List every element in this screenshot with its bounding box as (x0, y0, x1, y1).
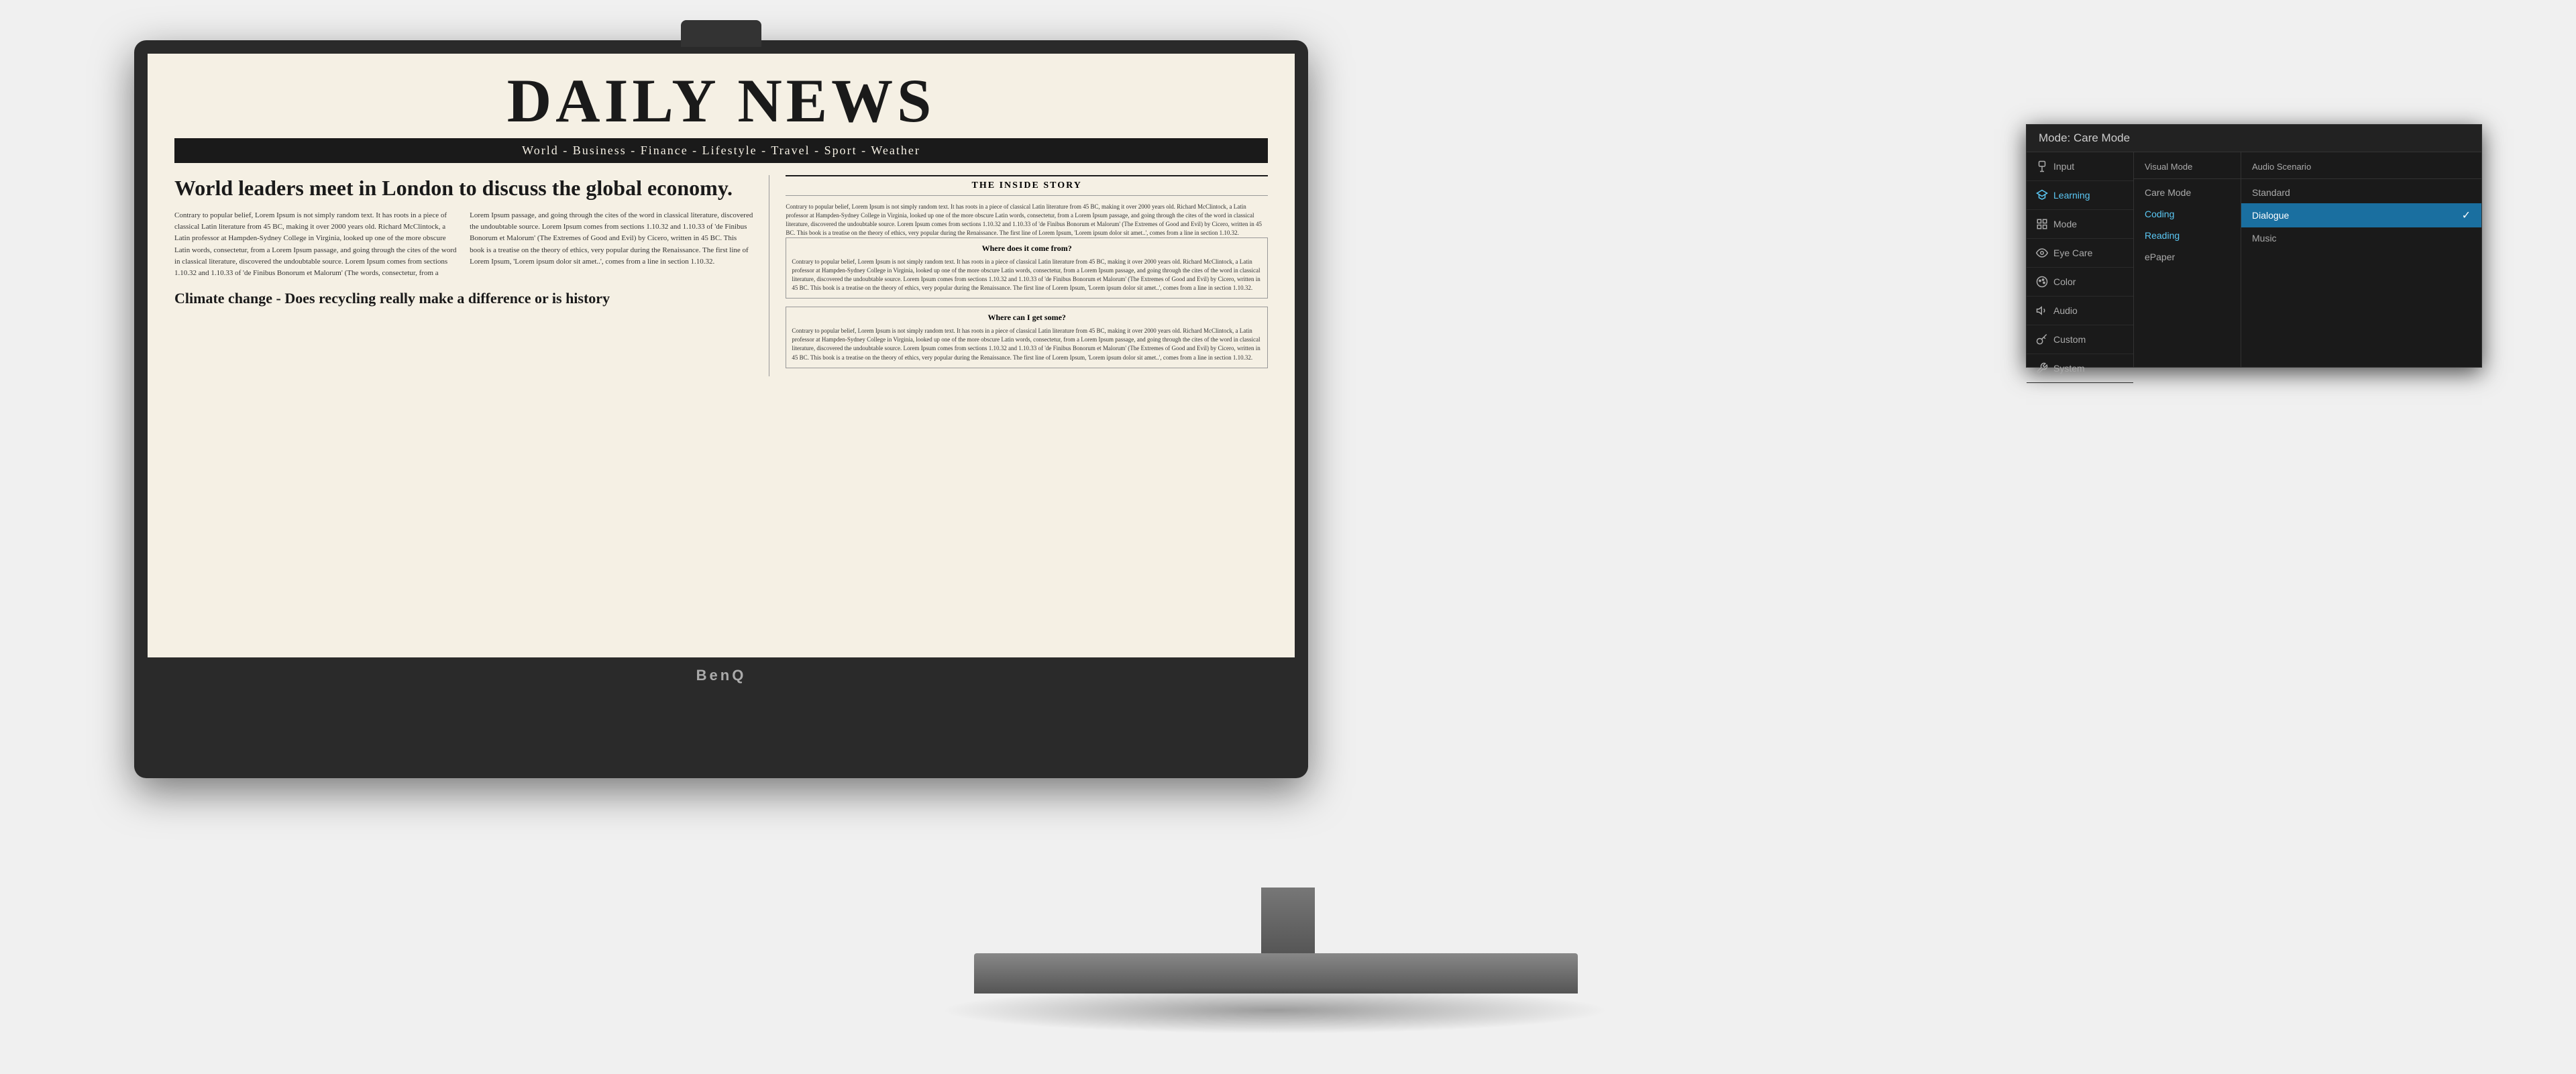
monitor-handle (681, 20, 761, 47)
headline-sub: Climate change - Does recycling really m… (174, 290, 753, 307)
inside-q2: Where can I get some? (792, 313, 1262, 323)
inside-q1: Where does it come from? (792, 244, 1262, 254)
sidebar-item-input[interactable]: Input (2027, 152, 2133, 181)
monitor-brand: BenQ (148, 657, 1295, 688)
grid-icon (2036, 218, 2048, 230)
newspaper-columns: World leaders meet in London to discuss … (174, 175, 1268, 376)
col2-item-dialogue[interactable]: Dialogue ✓ (2241, 203, 2481, 227)
sidebar-label-eye-care: Eye Care (2053, 248, 2092, 258)
col2-item-standard[interactable]: Standard (2241, 182, 2481, 203)
monitor-foot-shadow (939, 987, 1610, 1034)
newspaper-right-col: THE INSIDE STORY Contrary to popular bel… (769, 175, 1268, 376)
article-col1: Contrary to popular belief, Lorem Ipsum … (174, 211, 457, 276)
headline-main: World leaders meet in London to discuss … (174, 175, 753, 201)
col1-item-care-mode[interactable]: Care Mode (2134, 182, 2241, 203)
article-col2: words, consectetur, from a Lorem Ipsum p… (360, 211, 753, 276)
eye-icon (2036, 247, 2048, 259)
sidebar-label-learning: Learning (2053, 190, 2090, 201)
inside-story-title: THE INSIDE STORY (786, 175, 1268, 196)
col1-item-epaper[interactable]: ePaper (2134, 246, 2241, 268)
inside-block-q2: Where can I get some? Contrary to popula… (786, 307, 1268, 368)
inside-a2: Contrary to popular belief, Lorem Ipsum … (792, 327, 1262, 362)
inside-a1: Contrary to popular belief, Lorem Ipsum … (792, 258, 1262, 292)
speaker-icon (2036, 305, 2048, 317)
check-icon: ✓ (2462, 209, 2471, 222)
sidebar-item-learning[interactable]: Learning (2027, 181, 2133, 210)
inside-intro-text: Contrary to popular belief, Lorem Ipsum … (786, 203, 1268, 237)
sidebar-label-color: Color (2053, 276, 2076, 287)
graduation-icon (2036, 189, 2048, 201)
osd-audio-scenario-col: Audio Scenario Standard Dialogue ✓ Music (2241, 152, 2481, 367)
sidebar-label-input: Input (2053, 161, 2074, 172)
newspaper-left-col: World leaders meet in London to discuss … (174, 175, 753, 376)
sidebar-item-mode[interactable]: Mode (2027, 210, 2133, 239)
sidebar-label-custom: Custom (2053, 334, 2086, 345)
osd-header: Mode: Care Mode (2027, 125, 2481, 152)
key-icon (2036, 333, 2048, 345)
sidebar-label-audio: Audio (2053, 305, 2078, 316)
newspaper-title: DAILY NEWS (174, 70, 1268, 131)
sidebar-item-color[interactable]: Color (2027, 268, 2133, 297)
col2-header: Audio Scenario (2241, 158, 2481, 179)
inside-block-q1: Where does it come from? Contrary to pop… (786, 237, 1268, 299)
osd-sidebar: Input Learning Mode (2027, 152, 2134, 367)
monitor: DAILY NEWS World - Business - Finance - … (134, 40, 1308, 778)
sidebar-item-system[interactable]: System (2027, 354, 2133, 383)
osd-body: Input Learning Mode (2027, 152, 2481, 367)
col1-header: Visual Mode (2134, 158, 2241, 179)
sidebar-label-mode: Mode (2053, 219, 2077, 229)
col2-item-music[interactable]: Music (2241, 227, 2481, 249)
sidebar-item-audio[interactable]: Audio (2027, 297, 2133, 325)
col1-item-reading[interactable]: Reading (2134, 225, 2241, 246)
col1-item-coding[interactable]: Coding (2134, 203, 2241, 225)
article-text: Contrary to popular belief, Lorem Ipsum … (174, 210, 753, 278)
monitor-neck (1261, 888, 1315, 955)
sidebar-item-eye-care[interactable]: Eye Care (2027, 239, 2133, 268)
osd-panel: Mode: Care Mode Input Learning (2026, 124, 2482, 368)
monitor-screen: DAILY NEWS World - Business - Finance - … (148, 54, 1295, 657)
sidebar-label-system: System (2053, 363, 2085, 374)
osd-visual-mode-col: Visual Mode Care Mode Coding Reading ePa… (2134, 152, 2241, 367)
sidebar-item-custom[interactable]: Custom (2027, 325, 2133, 354)
wrench-icon (2036, 362, 2048, 374)
newspaper-nav: World - Business - Finance - Lifestyle -… (174, 138, 1268, 163)
plug-icon (2036, 160, 2048, 172)
palette-icon (2036, 276, 2048, 288)
newspaper: DAILY NEWS World - Business - Finance - … (148, 54, 1295, 657)
